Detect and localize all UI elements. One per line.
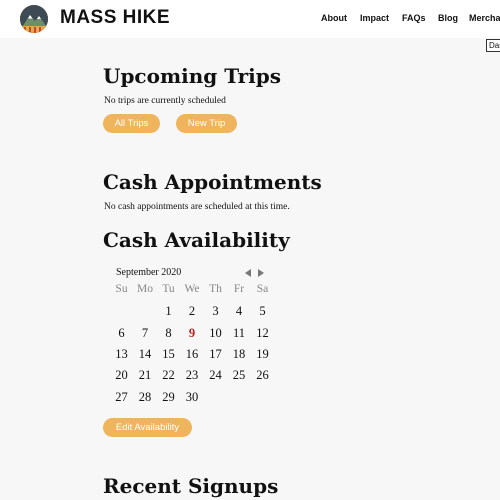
calendar-day[interactable]: 23 <box>181 368 204 383</box>
nav-merch[interactable]: Mercha <box>469 13 500 23</box>
calendar-day[interactable]: 7 <box>134 326 157 341</box>
edit-availability-button[interactable]: Edit Availability <box>103 418 192 437</box>
calendar-day[interactable]: 1 <box>157 304 180 319</box>
calendar-day[interactable]: 14 <box>134 347 157 362</box>
calendar-day[interactable]: 16 <box>181 347 204 362</box>
cash-appointments-title: Cash Appointments <box>103 170 322 194</box>
no-trips-text: No trips are currently scheduled <box>104 96 226 106</box>
calendar-day[interactable]: 26 <box>251 368 274 383</box>
calendar-day[interactable]: 10 <box>204 326 227 341</box>
calendar-day[interactable]: 3 <box>204 304 227 319</box>
calendar-day[interactable]: 29 <box>157 390 180 405</box>
calendar-day[interactable]: 8 <box>157 326 180 341</box>
calendar-day[interactable]: 6 <box>110 326 133 341</box>
calendar-day[interactable]: 15 <box>157 347 180 362</box>
nav-impact[interactable]: Impact <box>360 13 389 23</box>
calendar-weekday: We <box>184 283 200 295</box>
calendar-month-label: September 2020 <box>116 267 182 278</box>
calendar-day[interactable]: 24 <box>204 368 227 383</box>
calendar-day[interactable]: 30 <box>181 390 204 405</box>
calendar-day[interactable]: 22 <box>157 368 180 383</box>
calendar-day[interactable]: 17 <box>204 347 227 362</box>
calendar-weekday: Mo <box>137 283 153 295</box>
calendar-weekday: Tu <box>162 283 175 295</box>
calendar-day[interactable]: 19 <box>251 347 274 362</box>
calendar-weekday: Fr <box>233 283 245 295</box>
calendar-day[interactable]: 20 <box>110 368 133 383</box>
nav-blog[interactable]: Blog <box>438 13 458 23</box>
cash-availability-title: Cash Availability <box>103 228 290 252</box>
calendar-day-today[interactable]: 9 <box>181 326 204 341</box>
recent-signups-title: Recent Signups <box>103 474 279 498</box>
calendar-prev-icon[interactable] <box>245 269 251 277</box>
calendar-day[interactable]: 28 <box>134 390 157 405</box>
calendar-day[interactable]: 11 <box>228 326 251 341</box>
calendar-day[interactable]: 18 <box>228 347 251 362</box>
calendar-day[interactable]: 27 <box>110 390 133 405</box>
upcoming-trips-title: Upcoming Trips <box>103 64 281 88</box>
calendar-day[interactable]: 25 <box>228 368 251 383</box>
calendar-day[interactable]: 13 <box>110 347 133 362</box>
no-appointments-text: No cash appointments are scheduled at th… <box>104 202 290 212</box>
calendar-weekday: Su <box>115 283 128 295</box>
calendar-day[interactable]: 4 <box>228 304 251 319</box>
nav-faqs[interactable]: FAQs <box>402 13 426 23</box>
dashboard-tab[interactable]: Das <box>486 39 500 52</box>
calendar-day[interactable]: 21 <box>134 368 157 383</box>
all-trips-button[interactable]: All Trips <box>103 114 160 133</box>
site-header: MASS HIKE About Impact FAQs Blog Mercha <box>0 0 500 38</box>
nav-about[interactable]: About <box>321 13 347 23</box>
calendar-day[interactable]: 2 <box>181 304 204 319</box>
calendar-day[interactable]: 12 <box>251 326 274 341</box>
main-nav: About Impact FAQs Blog Mercha <box>0 13 500 27</box>
calendar-weekday: Th <box>209 283 222 295</box>
calendar-next-icon[interactable] <box>258 269 264 277</box>
new-trip-button[interactable]: New Trip <box>176 114 237 133</box>
calendar-weekday: Sa <box>256 283 269 295</box>
calendar-day[interactable]: 5 <box>251 304 274 319</box>
